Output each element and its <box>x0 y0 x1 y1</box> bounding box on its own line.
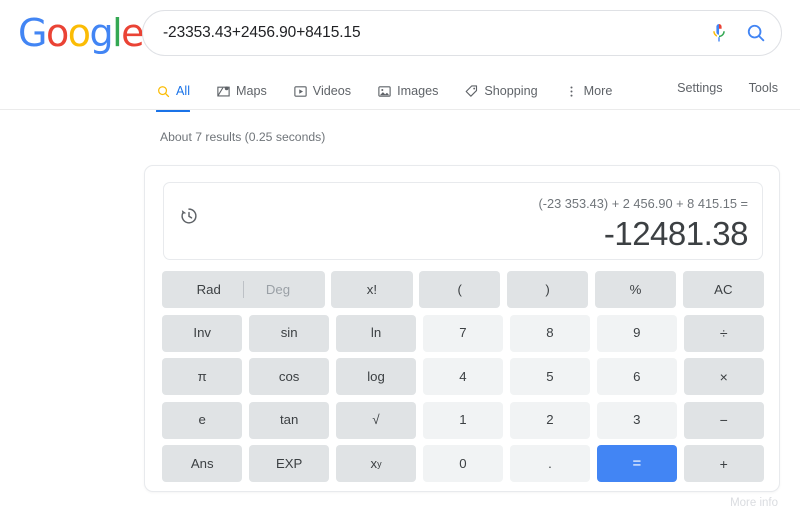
search-bar[interactable]: -23353.43+2456.90+8415.15 <box>142 10 782 56</box>
search-nav-tabs: All Maps Videos Images Shopping More Set… <box>0 76 800 112</box>
logo-letter-l: l <box>112 11 123 55</box>
key-5[interactable]: 5 <box>509 358 591 395</box>
key-pi[interactable]: π <box>162 358 243 395</box>
tab-all-label: All <box>176 84 190 98</box>
tab-videos-label: Videos <box>312 84 352 98</box>
key-sin[interactable]: sin <box>248 314 330 352</box>
expression-text: (-23 353.43) + 2 456.90 + 8 415.15 = <box>538 196 748 211</box>
tab-images-label: Images <box>397 84 439 98</box>
key-percent[interactable]: % <box>594 271 677 308</box>
header-divider <box>0 109 800 110</box>
keypad-row: π cos log 4 5 6 × <box>162 358 764 395</box>
history-icon[interactable] <box>178 205 200 227</box>
key-6[interactable]: 6 <box>596 358 678 395</box>
tab-shopping[interactable]: Shopping <box>464 76 549 106</box>
logo-letter-g1: G <box>18 11 47 55</box>
tab-all[interactable]: All <box>156 76 202 112</box>
search-icon <box>156 84 171 99</box>
key-exp[interactable]: EXP <box>248 445 330 482</box>
tab-videos[interactable]: Videos <box>293 76 363 106</box>
key-plus[interactable]: + <box>683 445 764 482</box>
result-text: -12481.38 <box>603 214 749 252</box>
display-values: (-23 353.43) + 2 456.90 + 8 415.15 = -12… <box>228 196 748 253</box>
calculator-keypad: Rad Deg x! ( ) % AC Inv sin ln 7 8 9 ÷ π… <box>162 271 765 482</box>
key-e[interactable]: e <box>162 401 243 439</box>
rad-deg-toggle[interactable]: Rad Deg <box>162 271 325 308</box>
more-info-link[interactable]: More info <box>730 497 778 509</box>
map-icon <box>216 84 231 99</box>
rad-mode-label[interactable]: Rad <box>197 283 243 296</box>
keypad-row: Ans EXP xy 0 . = + <box>162 445 764 482</box>
page-header: Google -23353.43+2456.90+8415.15 All Map… <box>0 0 800 112</box>
logo-letter-e: e <box>121 11 144 55</box>
logo-letter-o2: o <box>67 11 91 55</box>
key-decimal[interactable]: . <box>509 445 591 482</box>
key-open-paren[interactable]: ( <box>419 271 501 308</box>
key-sqrt[interactable]: √ <box>335 401 417 439</box>
key-3[interactable]: 3 <box>596 401 678 439</box>
image-icon <box>377 84 392 99</box>
key-close-paren[interactable]: ) <box>506 271 589 308</box>
key-equals[interactable]: = <box>596 445 678 482</box>
settings-link[interactable]: Settings <box>677 81 723 95</box>
nav-links-right: Settings Tools <box>677 76 778 95</box>
keypad-row: Rad Deg x! ( ) % AC <box>162 271 765 308</box>
microphone-icon[interactable] <box>707 21 731 45</box>
key-1[interactable]: 1 <box>422 401 504 439</box>
key-cos[interactable]: cos <box>248 358 330 395</box>
calculator-display[interactable]: (-23 353.43) + 2 456.90 + 8 415.15 = -12… <box>163 182 763 260</box>
tab-shopping-label: Shopping <box>484 84 538 98</box>
video-icon <box>293 84 308 99</box>
key-7[interactable]: 7 <box>422 314 504 352</box>
key-log[interactable]: log <box>335 358 417 395</box>
key-8[interactable]: 8 <box>509 314 591 352</box>
tools-link[interactable]: Tools <box>749 81 778 95</box>
tab-more-label: More <box>583 84 613 98</box>
tag-icon <box>464 84 479 99</box>
result-stats: About 7 results (0.25 seconds) <box>160 130 326 144</box>
key-4[interactable]: 4 <box>422 358 504 395</box>
key-2[interactable]: 2 <box>509 401 591 439</box>
key-tan[interactable]: tan <box>248 401 330 439</box>
key-power[interactable]: xy <box>335 445 417 482</box>
search-input[interactable]: -23353.43+2456.90+8415.15 <box>163 24 707 42</box>
key-0[interactable]: 0 <box>422 445 504 482</box>
logo-letter-o1: o <box>45 11 69 55</box>
search-submit-icon[interactable] <box>745 22 767 44</box>
key-factorial[interactable]: x! <box>331 271 413 308</box>
more-vertical-icon <box>564 84 579 99</box>
nav-tabs-left: All Maps Videos Images Shopping More <box>156 76 638 112</box>
google-logo[interactable]: Google <box>18 11 145 55</box>
key-9[interactable]: 9 <box>596 314 678 352</box>
keypad-row: e tan √ 1 2 3 − <box>162 401 764 439</box>
key-minus[interactable]: − <box>683 401 764 439</box>
logo-letter-g2: g <box>89 11 113 55</box>
key-divide[interactable]: ÷ <box>683 314 764 352</box>
key-multiply[interactable]: × <box>683 358 764 395</box>
key-inv[interactable]: Inv <box>162 314 243 352</box>
key-ans[interactable]: Ans <box>162 445 243 482</box>
deg-mode-label[interactable]: Deg <box>244 283 290 296</box>
calculator-card: (-23 353.43) + 2 456.90 + 8 415.15 = -12… <box>144 165 780 492</box>
tab-images[interactable]: Images <box>377 76 450 106</box>
keypad-row: Inv sin ln 7 8 9 ÷ <box>162 314 764 352</box>
tab-maps-label: Maps <box>236 84 267 98</box>
tab-maps[interactable]: Maps <box>216 76 279 106</box>
key-all-clear[interactable]: AC <box>682 271 765 308</box>
tab-more[interactable]: More <box>564 76 625 106</box>
key-ln[interactable]: ln <box>335 314 417 352</box>
